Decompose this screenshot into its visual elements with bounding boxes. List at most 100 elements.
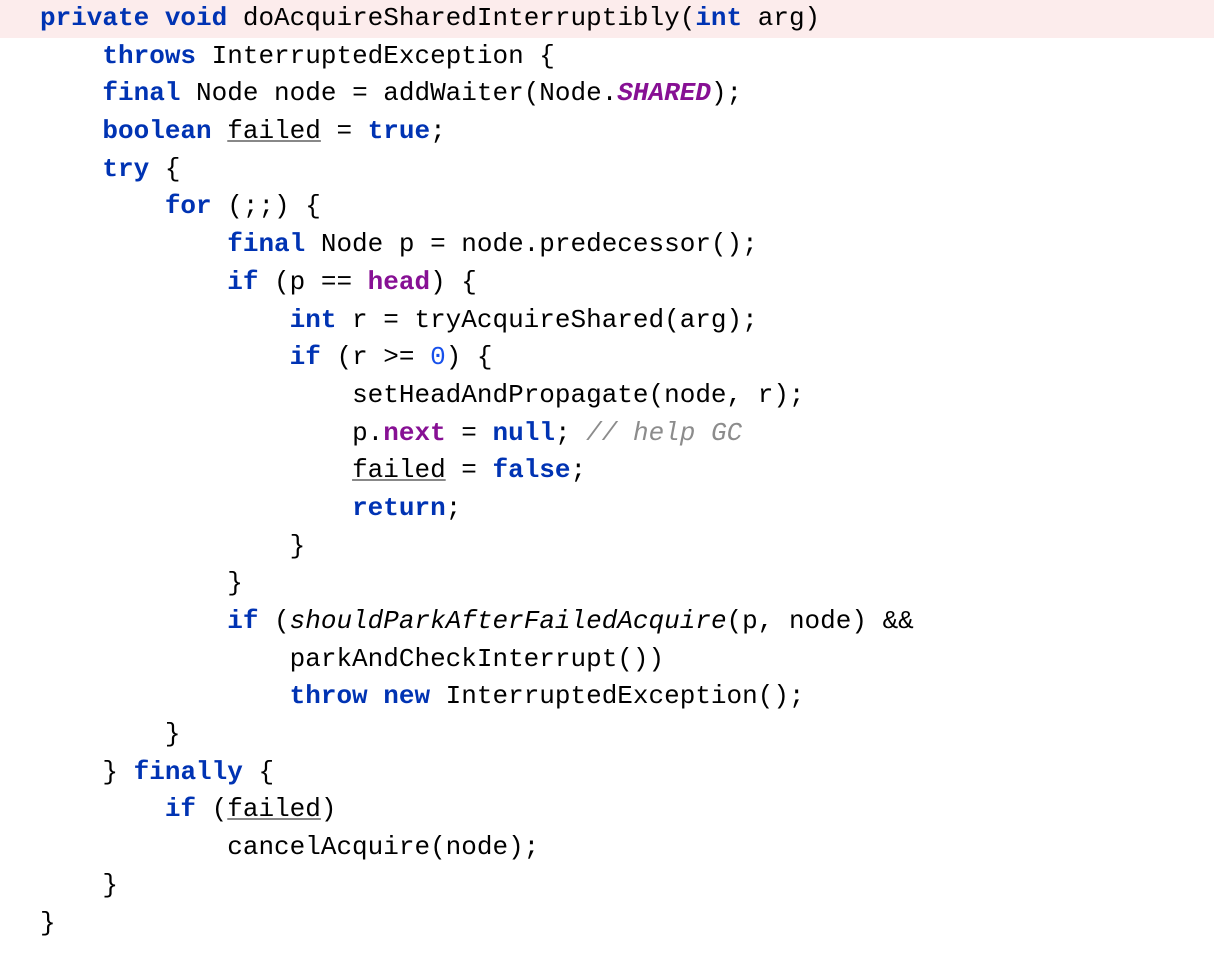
- code-line[interactable]: }: [0, 716, 1214, 754]
- code-line[interactable]: for (;;) {: [0, 188, 1214, 226]
- code-line[interactable]: private void doAcquireSharedInterruptibl…: [0, 0, 1214, 38]
- token-plain: ;: [430, 116, 446, 146]
- token-plain: (p, node) &&: [727, 606, 914, 636]
- indent: [40, 191, 165, 221]
- token-plain: {: [149, 154, 180, 184]
- indent: [40, 78, 102, 108]
- token-plain: setHeadAndPropagate(node, r);: [352, 380, 804, 410]
- token-keyword: finally: [134, 757, 243, 787]
- code-line[interactable]: if (p == head) {: [0, 264, 1214, 302]
- indent: [40, 305, 290, 335]
- indent: [40, 154, 102, 184]
- indent: [40, 794, 165, 824]
- code-line[interactable]: throw new InterruptedException();: [0, 678, 1214, 716]
- token-plain: }: [40, 908, 56, 938]
- token-plain: }: [227, 568, 243, 598]
- indent: [40, 757, 102, 787]
- token-keyword: private: [40, 3, 149, 33]
- token-keyword: void: [165, 3, 227, 33]
- token-keyword: final: [227, 229, 305, 259]
- token-plain: ): [321, 794, 337, 824]
- token-plain: [212, 116, 228, 146]
- token-plain: }: [165, 719, 181, 749]
- code-line[interactable]: boolean failed = true;: [0, 113, 1214, 151]
- indent: [40, 418, 352, 448]
- indent: [40, 606, 227, 636]
- indent: [40, 41, 102, 71]
- token-plain: }: [102, 757, 133, 787]
- token-plain: );: [711, 78, 742, 108]
- indent: [40, 531, 290, 561]
- token-keyword: int: [695, 3, 742, 33]
- token-keyword: try: [102, 154, 149, 184]
- token-field-bold: head: [368, 267, 430, 297]
- token-plain: [149, 3, 165, 33]
- token-plain: p.: [352, 418, 383, 448]
- token-plain: parkAndCheckInterrupt()): [290, 644, 664, 674]
- token-plain: =: [321, 116, 368, 146]
- code-line[interactable]: }: [0, 528, 1214, 566]
- code-line[interactable]: try {: [0, 151, 1214, 189]
- token-underline: failed: [227, 794, 321, 824]
- indent: [40, 229, 227, 259]
- indent: [40, 644, 290, 674]
- code-line[interactable]: return;: [0, 490, 1214, 528]
- token-keyword: throws: [102, 41, 196, 71]
- indent: [40, 455, 352, 485]
- token-keyword: if: [290, 342, 321, 372]
- code-line[interactable]: int r = tryAcquireShared(arg);: [0, 302, 1214, 340]
- code-line[interactable]: }: [0, 867, 1214, 905]
- code-line[interactable]: if (shouldParkAfterFailedAcquire(p, node…: [0, 603, 1214, 641]
- token-keyword: boolean: [102, 116, 211, 146]
- token-plain: InterruptedException {: [196, 41, 555, 71]
- token-static-field: SHARED: [617, 78, 711, 108]
- token-plain: (: [258, 606, 289, 636]
- code-line[interactable]: }: [0, 565, 1214, 603]
- token-plain: arg): [742, 3, 820, 33]
- token-keyword: if: [165, 794, 196, 824]
- indent: [40, 267, 227, 297]
- token-plain: ) {: [446, 342, 493, 372]
- code-line[interactable]: if (failed): [0, 791, 1214, 829]
- indent: [40, 870, 102, 900]
- indent: [40, 380, 352, 410]
- token-keyword: for: [165, 191, 212, 221]
- token-plain: (p ==: [258, 267, 367, 297]
- token-plain: [368, 681, 384, 711]
- token-plain: =: [446, 418, 493, 448]
- code-line[interactable]: if (r >= 0) {: [0, 339, 1214, 377]
- token-plain: =: [446, 455, 493, 485]
- token-keyword: true: [368, 116, 430, 146]
- token-plain: doAcquireSharedInterruptibly(: [227, 3, 695, 33]
- indent: [40, 493, 352, 523]
- code-line[interactable]: final Node node = addWaiter(Node.SHARED)…: [0, 75, 1214, 113]
- indent: [40, 719, 165, 749]
- code-line[interactable]: final Node p = node.predecessor();: [0, 226, 1214, 264]
- code-editor[interactable]: private void doAcquireSharedInterruptibl…: [0, 0, 1214, 942]
- token-keyword: return: [352, 493, 446, 523]
- token-plain: InterruptedException();: [430, 681, 804, 711]
- token-keyword: if: [227, 606, 258, 636]
- token-number: 0: [430, 342, 446, 372]
- code-line[interactable]: failed = false;: [0, 452, 1214, 490]
- token-keyword: throw: [290, 681, 368, 711]
- code-line[interactable]: }: [0, 905, 1214, 943]
- token-plain: (r >=: [321, 342, 430, 372]
- indent: [40, 568, 227, 598]
- token-field-bold: next: [383, 418, 445, 448]
- token-plain: Node node = addWaiter(Node.: [180, 78, 617, 108]
- token-plain: (;;) {: [212, 191, 321, 221]
- token-plain: Node p = node.predecessor();: [305, 229, 757, 259]
- code-line[interactable]: cancelAcquire(node);: [0, 829, 1214, 867]
- code-line[interactable]: setHeadAndPropagate(node, r);: [0, 377, 1214, 415]
- token-keyword: final: [102, 78, 180, 108]
- token-keyword: new: [383, 681, 430, 711]
- code-line[interactable]: parkAndCheckInterrupt()): [0, 641, 1214, 679]
- token-plain: ) {: [430, 267, 477, 297]
- code-line[interactable]: throws InterruptedException {: [0, 38, 1214, 76]
- code-line[interactable]: } finally {: [0, 754, 1214, 792]
- token-plain: ;: [571, 455, 587, 485]
- token-plain: (: [196, 794, 227, 824]
- token-underline: failed: [352, 455, 446, 485]
- code-line[interactable]: p.next = null; // help GC: [0, 415, 1214, 453]
